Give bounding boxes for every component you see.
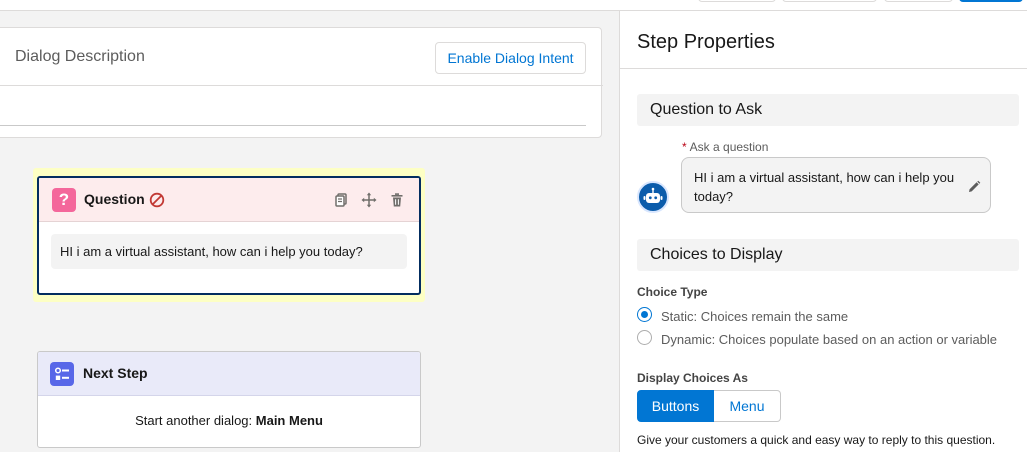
- dialog-description-input[interactable]: [0, 86, 586, 126]
- step-properties-panel: Step Properties Question to Ask * Ask a q…: [619, 11, 1027, 452]
- no-entry-icon: [149, 192, 165, 208]
- dialog-description-title: Dialog Description: [15, 48, 145, 65]
- display-buttons-option[interactable]: Buttons: [637, 390, 714, 422]
- question-step-header: ? Question: [39, 178, 419, 222]
- ask-question-value: HI i am a virtual assistant, how can i h…: [694, 170, 955, 204]
- header-button[interactable]: [884, 0, 953, 2]
- question-step-title: Question: [84, 191, 145, 207]
- next-step-action: Start another dialog: Main Menu: [38, 413, 420, 428]
- ask-question-field[interactable]: HI i am a virtual assistant, how can i h…: [681, 157, 991, 213]
- list-icon: [50, 362, 74, 386]
- display-menu-option[interactable]: Menu: [714, 390, 781, 422]
- move-icon[interactable]: [361, 192, 377, 208]
- display-choices-toggle: Buttons Menu: [637, 390, 781, 422]
- trash-icon[interactable]: [389, 192, 405, 208]
- step-toolbar: [333, 192, 405, 208]
- question-step-message: HI i am a virtual assistant, how can i h…: [51, 234, 407, 269]
- display-choices-help-text: Give your customers a quick and easy way…: [637, 433, 996, 447]
- choice-type-label: Choice Type: [637, 285, 708, 299]
- display-choices-label: Display Choices As: [637, 371, 748, 385]
- next-step-action-target[interactable]: Main Menu: [256, 413, 323, 428]
- question-mark-icon: ?: [52, 188, 76, 212]
- next-step-title: Next Step: [83, 365, 148, 381]
- ask-question-label: * Ask a question: [682, 140, 768, 154]
- bot-avatar-icon: [637, 181, 669, 213]
- top-bar: [0, 0, 1027, 11]
- enable-dialog-intent-button[interactable]: Enable Dialog Intent: [435, 42, 586, 74]
- next-step-header: Next Step: [38, 352, 420, 396]
- choice-type-dynamic-label[interactable]: Dynamic: Choices populate based on an ac…: [661, 332, 997, 347]
- ask-question-label-text: Ask a question: [689, 140, 769, 154]
- panel-title: Step Properties: [637, 31, 775, 53]
- choices-to-display-section[interactable]: Choices to Display: [637, 239, 1019, 271]
- choice-type-static-label[interactable]: Static: Choices remain the same: [661, 309, 848, 324]
- question-to-ask-section[interactable]: Question to Ask: [637, 94, 1019, 126]
- next-step-action-prefix: Start another dialog:: [135, 413, 256, 428]
- choice-type-dynamic-radio[interactable]: [637, 330, 652, 345]
- dialog-description-card: Dialog Description Enable Dialog Intent: [0, 27, 603, 138]
- header-button[interactable]: [782, 0, 877, 2]
- header-primary-button[interactable]: [959, 0, 1023, 2]
- pencil-icon[interactable]: [967, 180, 981, 194]
- divider: [620, 68, 1027, 69]
- dialog-canvas: Dialog Description Enable Dialog Intent …: [0, 11, 619, 452]
- choice-type-static-radio[interactable]: [637, 307, 652, 322]
- header-button[interactable]: [698, 0, 776, 2]
- required-mark: *: [682, 140, 687, 154]
- copy-icon[interactable]: [333, 192, 349, 208]
- next-step-card[interactable]: Next Step Start another dialog: Main Men…: [37, 351, 421, 448]
- question-step-card[interactable]: ? Question HI i am a virtual assistant, …: [37, 176, 421, 295]
